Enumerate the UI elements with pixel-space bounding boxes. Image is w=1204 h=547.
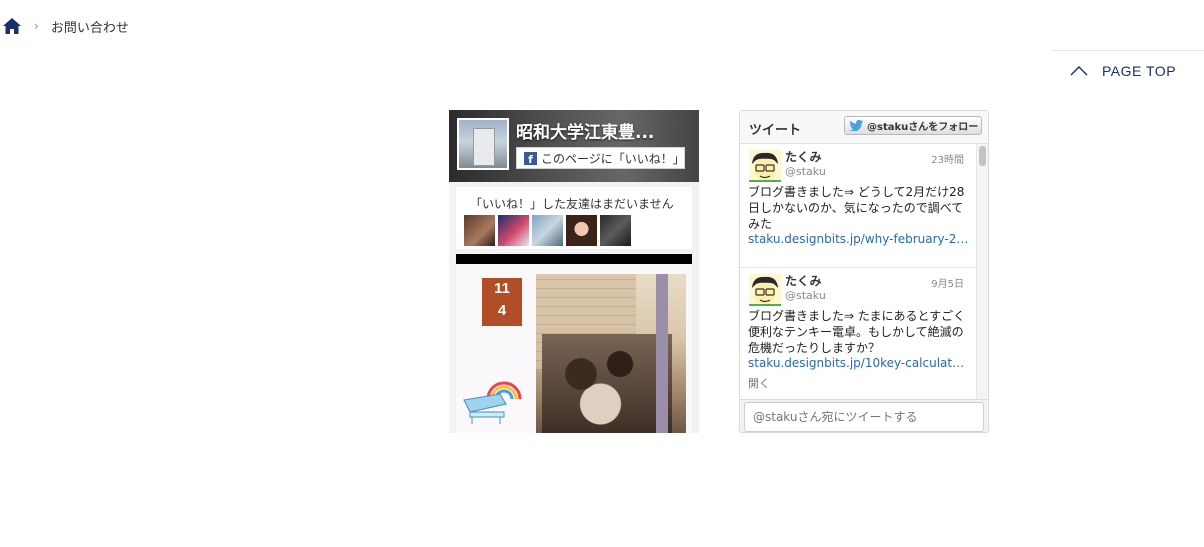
fan-avatars [464,215,631,246]
page-profile-image[interactable] [457,118,509,170]
page-top-label: PAGE TOP [1102,63,1177,79]
tweet-input[interactable] [744,402,984,432]
breadcrumb: › お問い合わせ [0,14,129,38]
user-avatar[interactable] [749,150,781,182]
divider [1052,50,1204,51]
follow-button[interactable]: @stakuさんをフォロー [844,116,982,135]
fan-avatar[interactable] [464,215,495,246]
chevron-right-icon: › [34,19,39,33]
twitter-bird-icon [849,120,864,131]
tweet-text: ブログ書きました⇒ どうして2月だけ28日しかないのか、気になったので調べてみた [748,185,965,231]
fan-avatar[interactable] [600,215,631,246]
breadcrumb-current: お問い合わせ [50,20,129,36]
fan-avatar[interactable] [566,215,597,246]
tweet-text: ブログ書きました⇒ たまにあるとすごく便利なテンキー電卓。もしかして絶滅の危機だ… [748,309,966,355]
scrollbar-thumb[interactable] [979,146,986,166]
page-top-link[interactable]: PAGE TOP [1070,63,1176,79]
tweet-user-name[interactable]: たくみ [785,148,821,165]
follow-button-label: @stakuさんをフォロー [867,122,979,133]
date-badge: 11 4 [482,278,522,326]
tweet[interactable]: たくみ @staku 23時間 ブログ書きました⇒ どうして2月だけ28日しかな… [740,144,976,268]
tweet-link[interactable]: staku.designbits.jp/why-february-2… [748,232,968,246]
post-image[interactable]: 11 4 [456,264,692,433]
timeline-header: ツイート @stakuさんをフォロー [740,111,988,144]
tweet[interactable]: たくみ @staku 9月5日 ブログ書きました⇒ たまにあるとすごく便利なテン… [740,268,976,399]
chevron-up-icon [1070,66,1088,76]
timeline-title: ツイート [749,123,802,138]
home-icon[interactable] [2,16,22,36]
scrollbar[interactable] [976,144,988,399]
tweet-expand-link[interactable]: 開く [748,375,770,391]
page-name-link[interactable]: 昭和大学江東豊... [516,118,654,143]
tweet-timestamp[interactable]: 23時間 [931,151,964,166]
user-avatar[interactable] [749,274,781,306]
like-button-label: このページに「いいね！」 [540,151,685,166]
tweet-user-name[interactable]: たくみ [785,272,821,289]
tweet-link[interactable]: staku.designbits.jp/10key-calculat… [748,356,964,370]
friends-text: 「いいね！」した友達はまだいません [470,197,674,211]
tweet-user-handle[interactable]: @staku [785,165,826,178]
like-page-button[interactable]: f このページに「いいね！」 [516,147,685,169]
facebook-logo-icon: f [524,151,537,165]
facebook-page-widget: 昭和大学江東豊... f このページに「いいね！」 「いいね！」した友達はまだい… [449,110,699,433]
piano-icon [463,393,507,424]
fan-avatar[interactable] [532,215,563,246]
fan-avatar[interactable] [498,215,529,246]
tweet-list: たくみ @staku 23時間 ブログ書きました⇒ どうして2月だけ28日しかな… [740,144,988,399]
tweet-timestamp[interactable]: 9月5日 [931,275,964,290]
twitter-timeline-widget: ツイート @stakuさんをフォロー たくみ @staku 23時間 ブログ書き… [739,110,989,433]
group-photo [536,274,686,433]
tweet-user-handle[interactable]: @staku [785,289,826,302]
friends-box: 「いいね！」した友達はまだいません [456,187,692,249]
